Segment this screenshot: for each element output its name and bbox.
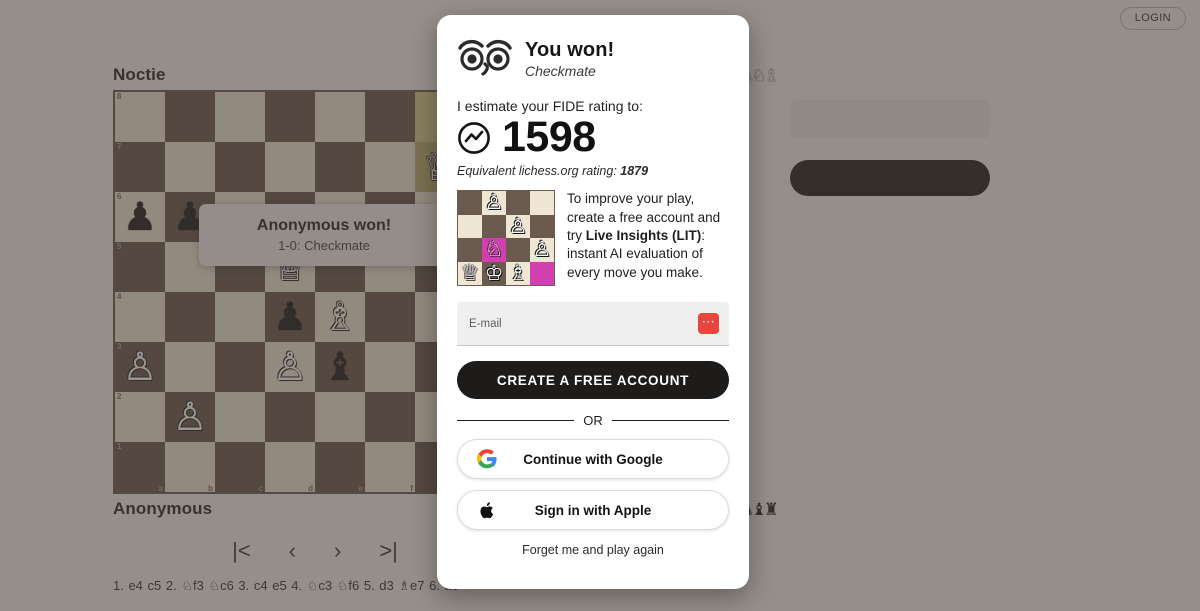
forget-me-link[interactable]: Forget me and play again: [457, 543, 729, 557]
modal-header-text: You won! Checkmate: [525, 35, 614, 79]
google-icon: [476, 448, 498, 470]
mini-board-square: [458, 238, 482, 262]
mini-board-square: ♕: [458, 261, 482, 286]
modal-header: You won! Checkmate: [457, 35, 729, 81]
mini-board-square: [530, 214, 554, 239]
mini-board-square: ♗: [506, 261, 530, 286]
apple-icon: [476, 499, 498, 521]
mini-board-piece: ♙: [532, 238, 552, 262]
password-manager-icon[interactable]: ⋯: [698, 313, 719, 335]
mini-board-piece: ♙: [484, 191, 504, 215]
mini-board-piece: ♗: [508, 261, 528, 285]
mini-board-square: ♔: [482, 261, 506, 286]
continue-with-google-button[interactable]: Continue with Google: [457, 439, 729, 480]
result-modal: You won! Checkmate I estimate your FIDE …: [437, 15, 749, 589]
modal-title: You won!: [525, 39, 615, 61]
promo-text: To improve your play, create a free acco…: [567, 190, 729, 286]
mini-board-square: [530, 261, 554, 286]
rating-row: 1598: [457, 113, 729, 161]
fide-rating-label: I estimate your FIDE rating to:: [457, 98, 643, 114]
mini-board-square: [458, 191, 482, 215]
trend-circle-icon: [458, 121, 490, 154]
promo-mini-board: ♙ ♙ ♘ ♙ ♕ ♔ ♗: [457, 190, 555, 287]
create-account-button[interactable]: CREATE A FREE ACCOUNT: [457, 361, 729, 400]
mini-board-square: [506, 238, 530, 262]
fide-rating-value: 1598: [502, 113, 596, 161]
mini-board-square: [506, 191, 530, 215]
promo-section: ♙ ♙ ♘ ♙ ♕ ♔ ♗ To improve your play, create a f…: [457, 190, 729, 287]
mini-board-piece: ♘: [484, 238, 504, 262]
mini-board-square: ♙: [530, 238, 554, 262]
equivalent-rating-label: Equivalent lichess.org rating:: [457, 164, 621, 179]
promo-text-bold: Live Insights (LIT): [585, 227, 702, 243]
mini-board-piece: ♔: [484, 261, 504, 285]
or-label: OR: [583, 413, 603, 429]
apple-button-label: Sign in with Apple: [534, 502, 652, 518]
or-line-right: [611, 420, 729, 422]
or-line-left: [457, 420, 575, 422]
modal-subtitle: Checkmate: [525, 63, 596, 79]
mini-board-square: ♘: [482, 238, 506, 262]
email-label: E-mail: [469, 317, 502, 330]
mini-board-piece: ♕: [460, 261, 480, 285]
mini-board-square: [458, 214, 482, 239]
or-divider: OR: [457, 413, 729, 428]
equivalent-rating-value: 1879: [620, 164, 649, 179]
sign-in-with-apple-button[interactable]: Sign in with Apple: [457, 490, 729, 531]
mini-board-square: ♙: [482, 191, 506, 215]
mini-board-square: ♙: [506, 214, 530, 239]
mini-board-square: [530, 191, 554, 215]
mini-board-square: [482, 214, 506, 239]
mini-board-piece: ♙: [508, 214, 528, 238]
google-button-label: Continue with Google: [523, 451, 663, 467]
owl-face-icon: [458, 40, 512, 76]
equivalent-rating: Equivalent lichess.org rating: 1879: [457, 164, 729, 178]
email-field-wrapper[interactable]: E-mail ⋯: [457, 302, 729, 347]
